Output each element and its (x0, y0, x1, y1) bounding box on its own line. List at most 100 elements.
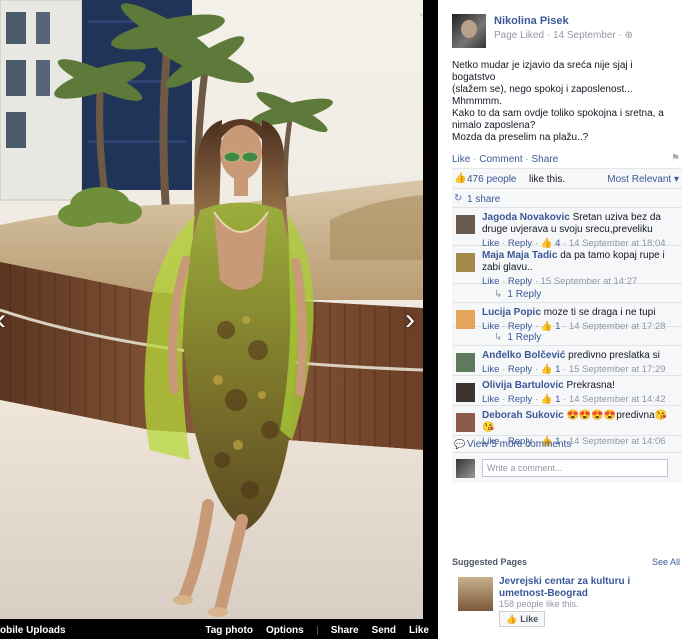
comment-sort-dropdown[interactable]: Most Relevant ▾ (607, 174, 679, 185)
suggested-pages-title: Suggested Pages (452, 557, 528, 567)
post-header: Nikolina Pisek Page Liked · 14 September… (452, 14, 682, 54)
comment-input[interactable] (482, 459, 668, 477)
page-liked-label[interactable]: Page Liked (494, 30, 544, 41)
action-separator: · (560, 394, 569, 405)
comment-text: Prekrasna! (566, 380, 615, 391)
comment-reply-link[interactable]: Reply (508, 394, 532, 405)
post-text-line: (slažem se), nego spokoj i zaposlenost..… (452, 84, 633, 95)
commenter-avatar[interactable] (456, 353, 475, 372)
comment-timestamp[interactable]: 14 September at 14:42 (569, 394, 666, 405)
suggested-page-like-button[interactable]: 👍 Like (499, 611, 546, 627)
reply-row: ↳ 1 Reply (452, 284, 682, 303)
action-separator: · (532, 394, 541, 405)
post-text-line: Mhmmmm. (452, 96, 502, 107)
post-actions: Like · Comment · Share ⚑ (452, 153, 680, 165)
suggested-page-thumbnail[interactable] (458, 577, 493, 611)
current-user-avatar (456, 459, 475, 478)
comment: Olivija Bartulovic Prekrasna! Like · Repl… (452, 376, 682, 406)
like-button-label: Like (520, 614, 539, 624)
post-share-link[interactable]: Share (532, 154, 559, 165)
share-button[interactable]: Share (331, 625, 359, 636)
comment: Lucija Popic moze ti se draga i ne tupi L… (452, 303, 682, 332)
comment-body: Maja Maja Tadic da pa tamo kopaj rupe i … (482, 250, 676, 288)
shares-summary: ↻ 1 share (452, 189, 682, 208)
like-button[interactable]: Like (409, 625, 429, 636)
previous-photo-arrow-icon[interactable]: ‹ (0, 305, 6, 335)
likes-summary: 👍 476 people like this. Most Relevant ▾ (452, 169, 682, 189)
comment-like-link[interactable]: Like (482, 364, 499, 375)
post-text-line: Kako to da sam ovdje toliko spokojna i s… (452, 108, 664, 119)
comment-like-count[interactable]: 👍 1 (541, 394, 561, 405)
action-separator: · (560, 364, 569, 375)
post-text: Netko mudar je izjavio da sreća nije sja… (452, 60, 676, 144)
thumbs-up-icon: 👍 (540, 364, 553, 375)
divider (316, 626, 318, 635)
commenter-name-link[interactable]: Olivija Bartulovic (482, 380, 564, 391)
commenter-avatar[interactable] (456, 383, 475, 402)
post-text-line: Netko mudar je izjavio da sreća nije sja… (452, 60, 633, 83)
post-meta: Page Liked · 14 September · ⊕ (494, 30, 633, 41)
action-separator: · (532, 364, 541, 375)
thumbs-up-icon: 👍 (506, 613, 518, 624)
page-avatar[interactable] (452, 14, 486, 48)
comment: Maja Maja Tadic da pa tamo kopaj rupe i … (452, 246, 682, 287)
photo[interactable]: ‹ › ⤢ (0, 0, 423, 619)
beach-photo-illustration (0, 0, 423, 619)
likes-suffix: like this. (529, 174, 566, 185)
commenter-avatar[interactable] (456, 215, 475, 234)
comment-reply-link[interactable]: Reply (508, 364, 532, 375)
commenter-name-link[interactable]: Lucija Popic (482, 307, 541, 318)
commenter-avatar[interactable] (456, 413, 475, 432)
album-link[interactable]: obile Uploads (0, 625, 66, 636)
commenter-name-link[interactable]: Anđelko Bolčević (482, 350, 565, 361)
reply-arrow-icon: ↳ (494, 289, 503, 300)
next-photo-arrow-icon[interactable]: › (405, 305, 415, 335)
write-comment-row (452, 453, 682, 483)
suggested-page-name[interactable]: Jevrejski centar za kulturu i umetnost-B… (499, 576, 669, 600)
comment-text: predivno preslatka si (568, 350, 660, 361)
comment-body: Jagoda Novakovic Sretan uziva bez da dru… (482, 212, 676, 250)
comment-actions: Like · Reply · 👍 1 · 15 September at 17:… (482, 364, 676, 376)
tag-photo-button[interactable]: Tag photo (205, 625, 253, 636)
see-all-link[interactable]: See All (652, 557, 680, 567)
post-side-panel: Nikolina Pisek Page Liked · 14 September… (438, 0, 688, 639)
post-date-link[interactable]: 14 September (553, 30, 616, 41)
view-more-comments-link[interactable]: View 5 more comments (467, 439, 571, 450)
post-like-link[interactable]: Like (452, 154, 470, 165)
comment-bubble-icon: 💬 (454, 439, 466, 449)
post-text-line: nimalo zaposlena? (452, 120, 536, 131)
photo-viewer: ‹ › ⤢ obile Uploads Tag photo Options Sh… (0, 0, 438, 639)
commenter-name-link[interactable]: Jagoda Novakovic (482, 212, 570, 223)
share-icon: ↻ (454, 193, 463, 204)
view-replies-link[interactable]: ↳ 1 Reply (494, 289, 541, 300)
reply-count: 1 Reply (507, 332, 542, 343)
author-name-link[interactable]: Nikolina Pisek (494, 15, 569, 27)
comment-list: Jagoda Novakovic Sretan uziva bez da dru… (452, 208, 682, 447)
likes-count-link[interactable]: 476 people (467, 174, 517, 185)
report-flag-icon[interactable]: ⚑ (671, 153, 680, 164)
shares-link[interactable]: 1 share (467, 194, 500, 205)
comment-like-count[interactable]: 👍 1 (541, 364, 561, 375)
reply-count: 1 Reply (507, 289, 542, 300)
comment-timestamp[interactable]: 15 September at 17:29 (569, 364, 666, 375)
comment-body: Anđelko Bolčević predivno preslatka si Li… (482, 350, 676, 376)
comment-like-link[interactable]: Like (482, 394, 499, 405)
globe-icon[interactable]: ⊕ (625, 30, 633, 41)
feedback-section: 👍 476 people like this. Most Relevant ▾ … (452, 168, 682, 483)
comment-body: Olivija Bartulovic Prekrasna! Like · Repl… (482, 380, 676, 406)
comment-actions: Like · Reply · 👍 1 · 14 September at 14:… (482, 394, 676, 406)
view-replies-link[interactable]: ↳ 1 Reply (494, 332, 541, 343)
thumbs-up-icon: 👍 (454, 173, 467, 184)
commenter-name-link[interactable]: Maja Maja Tadic (482, 250, 557, 261)
commenter-name-link[interactable]: Deborah Sukovic (482, 410, 564, 421)
suggested-page-likes: 158 people like this. (499, 599, 579, 609)
commenter-avatar[interactable] (456, 253, 475, 272)
post-comment-link[interactable]: Comment (479, 154, 522, 165)
comment: Jagoda Novakovic Sretan uziva bez da dru… (452, 208, 682, 249)
options-button[interactable]: Options (266, 625, 304, 636)
send-button[interactable]: Send (372, 625, 396, 636)
fullscreen-icon[interactable]: ⤢ (420, 7, 423, 20)
action-separator: · (499, 394, 508, 405)
comment: Deborah Sukovic 😍😍😍😍predivna😘😘 Like · Rep… (452, 406, 682, 447)
comment-text: moze ti se draga i ne tupi (543, 307, 656, 318)
